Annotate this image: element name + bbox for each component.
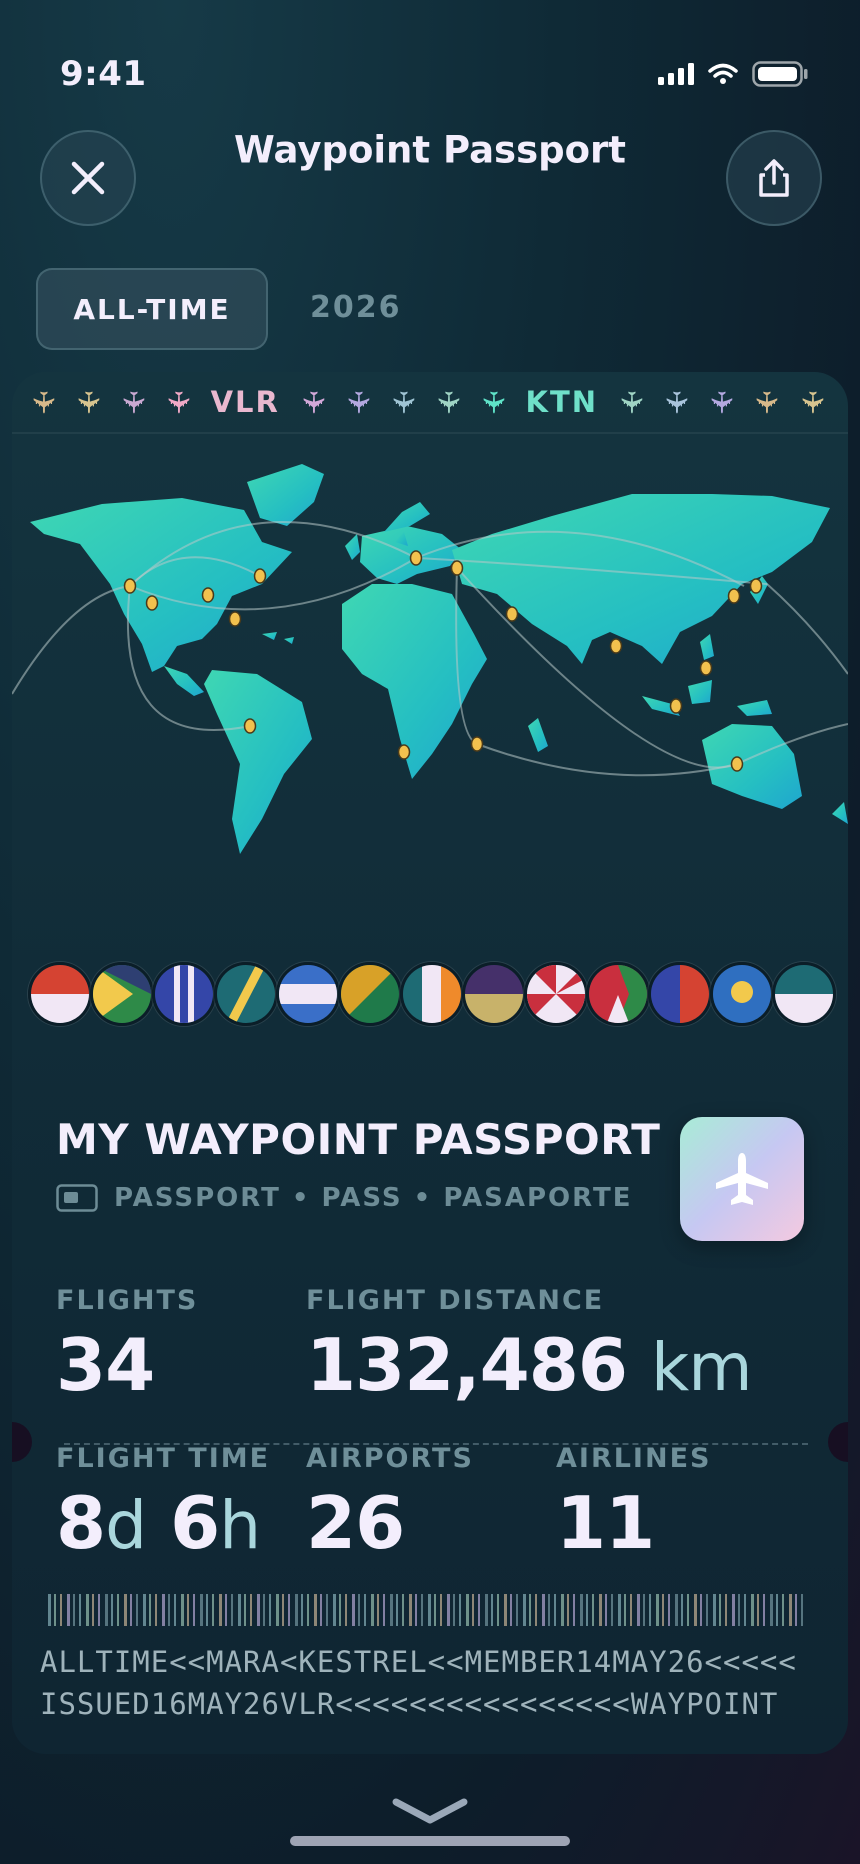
world-map bbox=[12, 464, 848, 854]
flight-distance-number: 132,486 bbox=[306, 1323, 628, 1407]
mrz-line-1: ALLTIME<<MARA<KESTREL<<MEMBER14MAY26<<<<… bbox=[40, 1645, 797, 1679]
flight-time-hours-unit: h bbox=[219, 1487, 261, 1564]
airlines-value: 11 bbox=[556, 1481, 655, 1565]
flight-distance-value: 132,486 km bbox=[306, 1323, 753, 1407]
land-africa bbox=[342, 584, 487, 779]
mrz-line-2: ISSUED16MAY26VLR<<<<<<<<<<<<<<<<WAYPOINT bbox=[40, 1687, 779, 1721]
share-icon bbox=[759, 159, 789, 197]
visited-countries-flags bbox=[12, 962, 848, 1042]
ticker-code-ktn: KTN bbox=[525, 385, 599, 419]
card-notch-right bbox=[828, 1422, 848, 1462]
flight-time-days-unit: d bbox=[105, 1487, 147, 1564]
airport-ticker: ✈ ✈ ✈ ✈ VLR ✈ ✈ ✈ ✈ ✈ KTN ✈ ✈ ✈ ✈ ✈ bbox=[12, 372, 848, 434]
country-flag bbox=[28, 962, 92, 1026]
airlines-label: AIRLINES bbox=[556, 1443, 712, 1474]
country-flag bbox=[586, 962, 650, 1026]
airplane-icon: ✈ bbox=[475, 389, 511, 415]
tab-2026[interactable]: 2026 bbox=[310, 268, 402, 346]
land-uk bbox=[345, 534, 360, 560]
battery-icon bbox=[752, 61, 808, 87]
status-bar: 9:41 bbox=[60, 52, 808, 96]
country-flag bbox=[772, 962, 836, 1026]
wifi-icon bbox=[708, 63, 738, 84]
airplane-icon: ✈ bbox=[658, 389, 694, 415]
land-borneo bbox=[688, 680, 712, 704]
airplane-icon: ✈ bbox=[25, 389, 61, 415]
tab-all-time[interactable]: ALL-TIME bbox=[36, 268, 268, 350]
airplane-icon: ✈ bbox=[703, 389, 739, 415]
airports-value: 26 bbox=[306, 1481, 405, 1565]
airplane-icon: ✈ bbox=[793, 389, 829, 415]
land-new-zealand bbox=[832, 802, 848, 824]
land-philippines bbox=[700, 634, 714, 660]
barcode bbox=[48, 1594, 803, 1626]
airplane-icon: ✈ bbox=[160, 389, 196, 415]
airports-label: AIRPORTS bbox=[306, 1443, 474, 1474]
country-flag bbox=[400, 962, 464, 1026]
land-australia bbox=[702, 724, 802, 809]
flight-distance-unit: km bbox=[651, 1329, 753, 1406]
airplane-icon: ✈ bbox=[115, 389, 151, 415]
airplane-icon bbox=[716, 1153, 768, 1205]
country-flag bbox=[152, 962, 216, 1026]
flight-time-value: 8d 6h bbox=[56, 1481, 261, 1565]
status-icons bbox=[658, 61, 808, 87]
land-madagascar bbox=[528, 718, 548, 752]
flights-label: FLIGHTS bbox=[56, 1285, 199, 1316]
flight-time-label: FLIGHT TIME bbox=[56, 1443, 271, 1474]
land-asia bbox=[452, 494, 830, 664]
airplane-icon: ✈ bbox=[748, 389, 784, 415]
country-flag bbox=[214, 962, 278, 1026]
airplane-icon: ✈ bbox=[385, 389, 421, 415]
flight-time-hours: 6 bbox=[170, 1481, 220, 1565]
country-flag bbox=[648, 962, 712, 1026]
land-south-america bbox=[204, 670, 312, 854]
card-notch-left bbox=[12, 1422, 32, 1462]
chevron-down-icon[interactable] bbox=[390, 1796, 470, 1826]
passport-title: MY WAYPOINT PASSPORT bbox=[56, 1115, 661, 1164]
status-time: 9:41 bbox=[60, 54, 147, 94]
airplane-icon: ✈ bbox=[340, 389, 376, 415]
country-flag bbox=[524, 962, 588, 1026]
passport-icon bbox=[56, 1184, 98, 1212]
country-flag bbox=[90, 962, 154, 1026]
country-flag bbox=[710, 962, 774, 1026]
land-new-guinea bbox=[737, 700, 772, 716]
land-central-america bbox=[164, 666, 204, 696]
passport-subtitle-row: PASSPORT • PASS • PASAPORTE bbox=[56, 1183, 632, 1213]
flights-value: 34 bbox=[56, 1323, 155, 1407]
airplane-icon: ✈ bbox=[430, 389, 466, 415]
airplane-icon: ✈ bbox=[70, 389, 106, 415]
airplane-icon: ✈ bbox=[294, 389, 330, 415]
land-greenland bbox=[247, 464, 324, 526]
airplane-icon: ✈ bbox=[613, 389, 649, 415]
airplane-badge bbox=[680, 1117, 804, 1241]
country-flag bbox=[338, 962, 402, 1026]
home-indicator[interactable] bbox=[290, 1836, 570, 1846]
ticker-code-vlr: VLR bbox=[210, 385, 280, 419]
passport-subtitle: PASSPORT • PASS • PASAPORTE bbox=[114, 1183, 633, 1213]
flight-distance-label: FLIGHT DISTANCE bbox=[306, 1285, 605, 1316]
flight-time-days: 8 bbox=[56, 1481, 106, 1565]
country-flag bbox=[276, 962, 340, 1026]
signal-icon bbox=[658, 63, 694, 85]
share-button[interactable] bbox=[726, 130, 822, 226]
country-flag bbox=[462, 962, 526, 1026]
